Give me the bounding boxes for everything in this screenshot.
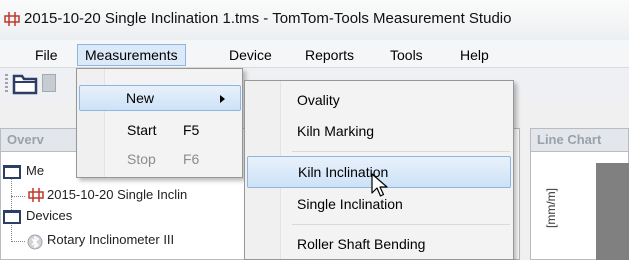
tree-line bbox=[11, 196, 25, 197]
menu-item-stop[interactable]: Stop F6 bbox=[79, 146, 241, 172]
menu-help[interactable]: Help bbox=[453, 44, 496, 66]
submenu-separator bbox=[292, 224, 510, 225]
window-title: 2015-10-20 Single Inclination 1.tms - To… bbox=[24, 10, 512, 27]
menu-bar: File Measurements Device Reports Tools H… bbox=[0, 40, 629, 68]
submenu-item-kiln-marking[interactable]: Kiln Marking bbox=[245, 115, 512, 147]
save-icon[interactable] bbox=[42, 74, 56, 92]
submenu-item-roller-shaft-bending[interactable]: Roller Shaft Bending bbox=[245, 228, 512, 260]
mouse-pointer-icon bbox=[371, 173, 388, 197]
menu-item-label: New bbox=[126, 90, 155, 106]
submenu-arrow-icon bbox=[220, 95, 225, 103]
folder-icon bbox=[3, 210, 21, 224]
menu-file[interactable]: File bbox=[28, 44, 65, 66]
menu-tools[interactable]: Tools bbox=[383, 44, 430, 66]
menu-measurements[interactable]: Measurements bbox=[77, 44, 186, 66]
bluetooth-icon bbox=[27, 234, 43, 250]
line-chart-header: Line Chart bbox=[530, 128, 629, 152]
menu-item-label: Stop bbox=[127, 151, 156, 167]
menu-device[interactable]: Device bbox=[222, 44, 279, 66]
chart-plot-area bbox=[596, 163, 629, 260]
folder-icon bbox=[3, 165, 21, 179]
menu-reports[interactable]: Reports bbox=[298, 44, 361, 66]
tree-item-measurements[interactable]: Me bbox=[26, 163, 44, 178]
menu-item-shortcut: F5 bbox=[183, 122, 200, 138]
submenu-separator bbox=[292, 151, 510, 152]
menu-item-start[interactable]: Start F5 bbox=[79, 117, 241, 143]
tms-file-icon bbox=[4, 12, 20, 26]
tree-item-devices[interactable]: Devices bbox=[26, 208, 72, 223]
tree-item-device[interactable]: Rotary Inclinometer III bbox=[47, 232, 174, 247]
open-folder-icon[interactable] bbox=[12, 71, 38, 95]
chart-y-axis-label: [mm/m] bbox=[544, 188, 558, 228]
menu-item-shortcut: F6 bbox=[183, 151, 200, 167]
tree-item-file[interactable]: 2015-10-20 Single Inclin bbox=[47, 187, 187, 202]
menu-item-new[interactable]: New bbox=[79, 85, 241, 111]
toolbar-grip[interactable] bbox=[5, 74, 8, 94]
title-bar: 2015-10-20 Single Inclination 1.tms - To… bbox=[0, 0, 629, 40]
menu-item-label: Start bbox=[127, 122, 157, 138]
tree-line bbox=[11, 241, 25, 242]
tms-file-icon bbox=[28, 188, 44, 202]
submenu-item-ovality[interactable]: Ovality bbox=[245, 84, 512, 116]
